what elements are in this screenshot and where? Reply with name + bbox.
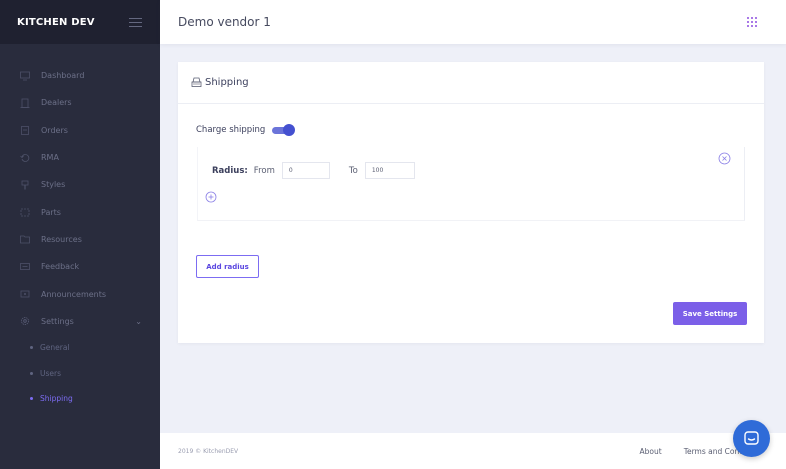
- charge-shipping-row: Charge shipping: [196, 124, 296, 136]
- sidebar-item-orders[interactable]: Orders: [0, 117, 160, 144]
- about-link[interactable]: About: [640, 447, 662, 456]
- radius-group: Radius: From To: [197, 147, 745, 221]
- save-settings-button[interactable]: Save Settings: [673, 302, 747, 325]
- radius-row: Radius: From To: [212, 162, 415, 179]
- hamburger-icon[interactable]: [129, 17, 142, 27]
- sidebar-item-label: Dashboard: [41, 71, 85, 81]
- radius-from-input[interactable]: [281, 162, 330, 179]
- sidebar-item-rma[interactable]: RMA: [0, 144, 160, 171]
- radius-label: Radius:: [212, 165, 248, 176]
- return-icon: [20, 153, 30, 163]
- brand-name: KITCHEN DEV: [17, 16, 95, 28]
- footer: 2019 © KitchenDEV About Terms and Cond: [160, 433, 786, 469]
- box-icon: [20, 207, 30, 217]
- chevron-down-icon: ⌄: [135, 316, 142, 326]
- building-icon: [20, 98, 30, 108]
- to-label: To: [348, 165, 358, 176]
- toggle-knob: [283, 124, 296, 136]
- from-label: From: [253, 165, 275, 176]
- chat-launcher-button[interactable]: [733, 420, 770, 457]
- sidebar-subitem-shipping[interactable]: Shipping: [0, 386, 160, 412]
- sidebar-subitem-label: Shipping: [40, 394, 73, 404]
- shipping-card: Shipping Charge shipping Radius: From To…: [178, 62, 764, 343]
- sidebar-nav: Dashboard Dealers Orders RMA Styles Part…: [0, 62, 160, 411]
- sidebar-item-label: Settings: [41, 316, 74, 326]
- megaphone-icon: [20, 289, 30, 299]
- monitor-icon: [20, 71, 30, 81]
- sidebar-subitem-users[interactable]: Users: [0, 360, 160, 386]
- sidebar-item-resources[interactable]: Resources: [0, 226, 160, 253]
- charge-shipping-label: Charge shipping: [196, 125, 266, 135]
- apps-grid-icon[interactable]: [747, 16, 758, 28]
- brand-bar: KITCHEN DEV: [0, 0, 160, 44]
- card-header: Shipping: [178, 62, 764, 104]
- sidebar-item-label: Resources: [41, 234, 82, 244]
- sidebar-item-styles[interactable]: Styles: [0, 171, 160, 198]
- sidebar-item-announcements[interactable]: Announcements: [0, 280, 160, 307]
- card-title: Shipping: [205, 77, 249, 88]
- sidebar-item-label: RMA: [41, 153, 59, 163]
- sidebar-item-dashboard[interactable]: Dashboard: [0, 62, 160, 89]
- sidebar-item-label: Announcements: [41, 289, 107, 299]
- remove-circle-icon[interactable]: [718, 152, 731, 165]
- page-title: Demo vendor 1: [178, 15, 271, 29]
- add-radius-button[interactable]: Add radius: [196, 255, 259, 278]
- paint-icon: [20, 180, 30, 190]
- sidebar-item-parts[interactable]: Parts: [0, 198, 160, 225]
- sidebar-item-label: Feedback: [41, 262, 80, 272]
- top-bar: Demo vendor 1: [160, 0, 786, 44]
- sidebar-item-label: Styles: [41, 180, 66, 190]
- clipboard-icon: [20, 125, 30, 136]
- bullet-icon: [30, 371, 33, 375]
- gear-icon: [20, 316, 30, 326]
- sidebar-item-label: Orders: [41, 125, 68, 135]
- add-circle-icon[interactable]: [205, 191, 217, 203]
- footer-links: About Terms and Cond: [640, 447, 745, 456]
- chat-icon: [744, 431, 759, 445]
- sidebar: KITCHEN DEV Dashboard Dealers Orders RMA…: [0, 0, 160, 469]
- copyright: 2019 © KitchenDEV: [178, 447, 239, 455]
- sidebar-subitem-label: General: [40, 343, 70, 353]
- radius-to-input[interactable]: [364, 162, 415, 179]
- sidebar-item-label: Parts: [41, 207, 61, 217]
- bullet-icon: [30, 397, 33, 401]
- folder-icon: [20, 234, 30, 244]
- sidebar-subitem-general[interactable]: General: [0, 335, 160, 361]
- bullet-icon: [30, 346, 33, 350]
- sidebar-item-settings[interactable]: Settings ⌄: [0, 308, 160, 335]
- sidebar-item-feedback[interactable]: Feedback: [0, 253, 160, 280]
- sidebar-item-label: Dealers: [41, 98, 72, 108]
- truck-scale-icon: [191, 77, 202, 87]
- message-icon: [20, 262, 30, 272]
- charge-shipping-toggle[interactable]: [272, 124, 296, 136]
- sidebar-subitem-label: Users: [40, 368, 62, 378]
- sidebar-item-dealers[interactable]: Dealers: [0, 89, 160, 116]
